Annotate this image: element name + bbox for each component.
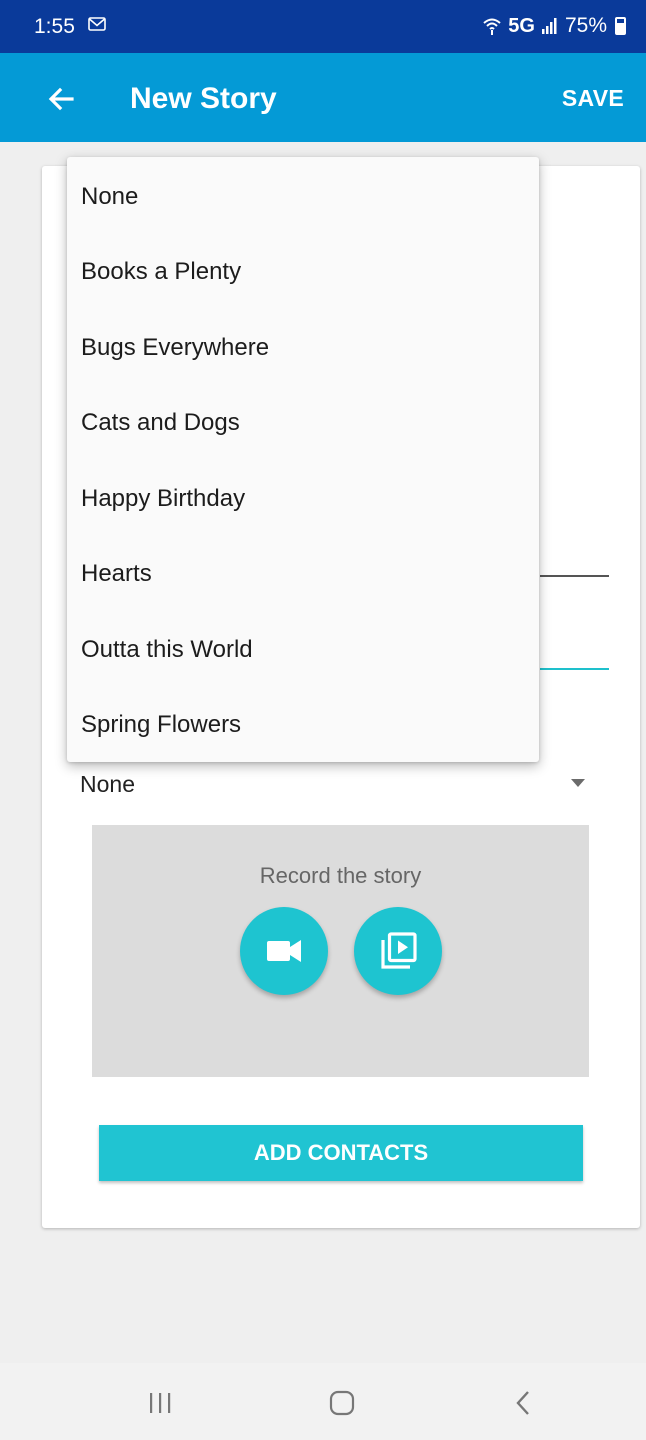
network-type: 5G xyxy=(508,14,535,37)
status-indicators: 5G 75% xyxy=(482,14,626,38)
system-nav-bar xyxy=(0,1363,646,1440)
video-library-button[interactable] xyxy=(354,907,442,995)
add-contacts-button[interactable]: ADD CONTACTS xyxy=(99,1125,583,1181)
battery-percent: 75% xyxy=(564,14,607,37)
menu-item-cats-and-dogs[interactable]: Cats and Dogs xyxy=(67,385,539,460)
menu-item-books-a-plenty[interactable]: Books a Plenty xyxy=(67,234,539,309)
record-panel: Record the story xyxy=(92,825,589,1077)
back-chevron-icon[interactable] xyxy=(502,1381,546,1425)
theme-select-value: None xyxy=(80,771,135,797)
status-bar: 1:55 5G 75% xyxy=(0,0,646,53)
menu-item-hearts[interactable]: Hearts xyxy=(67,536,539,611)
battery-icon xyxy=(615,17,626,35)
menu-item-bugs-everywhere[interactable]: Bugs Everywhere xyxy=(67,310,539,385)
dropdown-arrow-icon xyxy=(571,779,585,787)
home-icon[interactable] xyxy=(320,1381,364,1425)
menu-item-happy-birthday[interactable]: Happy Birthday xyxy=(67,461,539,536)
app-bar: New Story SAVE xyxy=(0,53,646,142)
record-label: Record the story xyxy=(259,863,422,888)
page-title: New Story xyxy=(130,82,277,115)
signal-icon xyxy=(541,18,557,34)
video-library-icon xyxy=(381,932,417,969)
recents-icon[interactable] xyxy=(138,1381,182,1425)
record-video-button[interactable] xyxy=(240,907,328,995)
text-field-underline xyxy=(540,575,609,577)
mail-icon xyxy=(88,17,106,31)
menu-item-none[interactable]: None xyxy=(67,159,539,234)
status-time: 1:55 xyxy=(34,15,75,38)
focused-field-underline xyxy=(540,668,609,670)
wifi-calling-icon xyxy=(483,18,501,35)
theme-dropdown-menu: None Books a Plenty Bugs Everywhere Cats… xyxy=(67,157,539,762)
arrow-left-icon[interactable] xyxy=(40,77,84,121)
menu-item-outta-this-world[interactable]: Outta this World xyxy=(67,612,539,687)
video-camera-icon xyxy=(267,940,301,962)
save-button[interactable]: SAVE xyxy=(562,85,624,112)
menu-item-spring-flowers[interactable]: Spring Flowers xyxy=(67,687,539,762)
